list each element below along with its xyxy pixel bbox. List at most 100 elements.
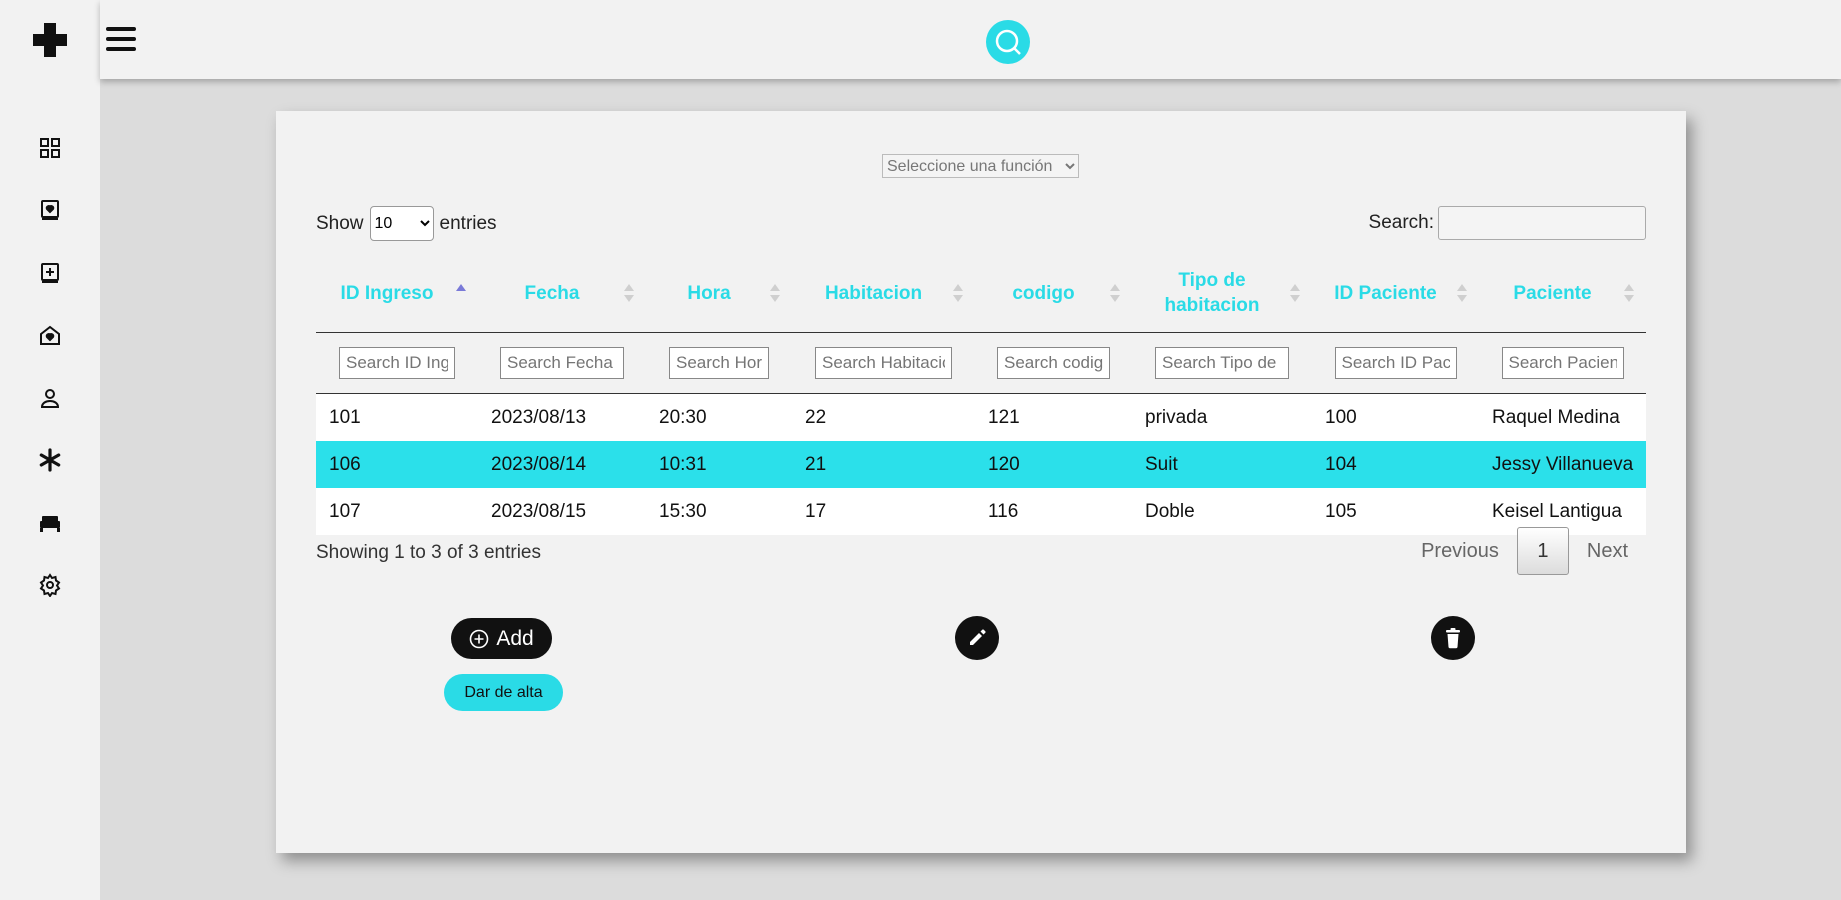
table-cell: 15:30 [646,488,792,535]
table-cell: Doble [1132,488,1312,535]
pencil-icon [970,629,986,645]
table-row-selected[interactable]: 106 2023/08/14 10:31 21 120 Suit 104 Jes… [316,441,1646,488]
filter-row [316,332,1646,394]
table-cell: Jessy Villanueva [1479,441,1646,488]
column-header-label: codigo [1012,282,1075,304]
table-cell: privada [1132,393,1312,441]
bed-icon[interactable] [38,511,62,535]
search-label: Search: [1368,212,1434,233]
table-cell: 2023/08/13 [478,393,646,441]
pagination: Previous 1 Next [1403,527,1646,575]
column-header-tipo-habitacion[interactable]: Tipo de habitacion [1132,254,1312,333]
global-search: Search: [1369,206,1646,240]
table-cell: 22 [792,393,975,441]
sort-icon [1624,284,1634,302]
filter-id-paciente-input[interactable] [1334,347,1457,379]
column-header-label: Hora [687,282,731,304]
table-row[interactable]: 101 2023/08/13 20:30 22 121 privada 100 … [316,393,1646,441]
filter-fecha-input[interactable] [500,347,624,379]
filter-codigo-input[interactable] [997,347,1110,379]
entries-per-page-select[interactable]: 10 [369,206,434,241]
column-header-label: Habitacion [824,282,923,304]
table-info: Showing 1 to 3 of 3 entries [316,542,541,563]
column-header-habitacion[interactable]: Habitacion [792,254,975,333]
length-control: Show 10 entries [316,206,497,241]
filter-hora-input[interactable] [669,347,769,379]
table-cell: 106 [316,441,478,488]
column-header-label: Fecha [524,282,580,304]
function-select[interactable]: Seleccione una función [882,154,1079,178]
patient-card-icon[interactable] [38,198,62,222]
table-cell: 20:30 [646,393,792,441]
filter-cell [316,332,478,394]
home-health-icon[interactable] [38,323,62,347]
filter-paciente-input[interactable] [1501,347,1624,379]
table-cell: 121 [975,393,1132,441]
table-cell: 2023/08/15 [478,488,646,535]
filter-cell [478,332,646,394]
table-cell: 17 [792,488,975,535]
table-cell: 116 [975,488,1132,535]
table-cell: 21 [792,441,975,488]
filter-cell [792,332,975,394]
filter-cell [1132,332,1312,394]
column-header-paciente[interactable]: Paciente [1479,254,1646,333]
add-record-icon[interactable] [38,261,62,285]
filter-cell [1479,332,1646,394]
add-button[interactable]: Add [451,618,552,659]
table-cell: 120 [975,441,1132,488]
column-header-id-ingreso[interactable]: ID Ingreso [316,254,478,333]
column-header-id-paciente[interactable]: ID Paciente [1312,254,1479,333]
sort-icon [953,284,963,302]
header-row: ID Ingreso Fecha Hora Habitacion codigo … [316,254,1646,333]
gear-icon[interactable] [38,573,62,597]
sort-icon [1457,284,1467,302]
plus-logo-icon [33,23,67,57]
column-header-hora[interactable]: Hora [646,254,792,333]
table-cell: 104 [1312,441,1479,488]
table-cell: 100 [1312,393,1479,441]
search-input[interactable] [1438,206,1646,240]
filter-tipo-habitacion-input[interactable] [1155,347,1289,379]
column-header-label: ID Ingreso [340,282,434,304]
filter-cell [1312,332,1479,394]
sort-icon [1110,284,1120,302]
menu-icon[interactable] [106,26,136,52]
entries-label: entries [439,212,497,234]
filter-id-ingreso-input[interactable] [339,347,455,379]
next-page-button[interactable]: Next [1569,540,1646,563]
table-cell: 101 [316,393,478,441]
table-cell: 2023/08/14 [478,441,646,488]
table-cell: 10:31 [646,441,792,488]
column-header-label: Paciente [1513,282,1592,304]
delete-button[interactable] [1431,616,1475,660]
main-card: Seleccione una función Show 10 entries S… [276,111,1686,853]
table-cell: Suit [1132,441,1312,488]
column-header-label: ID Paciente [1334,282,1437,304]
show-label: Show [316,212,364,234]
dashboard-icon[interactable] [38,136,62,160]
discharge-button[interactable]: Dar de alta [444,674,563,711]
filter-cell [646,332,792,394]
user-icon[interactable] [38,386,62,410]
column-header-codigo[interactable]: codigo [975,254,1132,333]
sidebar [0,0,100,900]
plus-circle-icon [470,629,489,648]
sort-asc-icon [456,284,466,302]
sort-icon [624,284,634,302]
edit-button[interactable] [955,616,999,660]
search-icon[interactable] [986,20,1030,64]
add-button-label: Add [496,626,534,650]
previous-page-button[interactable]: Previous [1403,540,1517,563]
data-table: ID Ingreso Fecha Hora Habitacion codigo … [316,254,1646,535]
sort-icon [770,284,780,302]
filter-cell [975,332,1132,394]
sort-icon [1290,284,1300,302]
asterisk-icon[interactable] [38,448,62,472]
filter-habitacion-input[interactable] [815,347,952,379]
column-header-label: Tipo de habitacion [1164,270,1260,316]
column-header-fecha[interactable]: Fecha [478,254,646,333]
page-1-button[interactable]: 1 [1516,527,1569,575]
trash-icon [1446,628,1460,649]
table-cell: Raquel Medina [1479,393,1646,441]
